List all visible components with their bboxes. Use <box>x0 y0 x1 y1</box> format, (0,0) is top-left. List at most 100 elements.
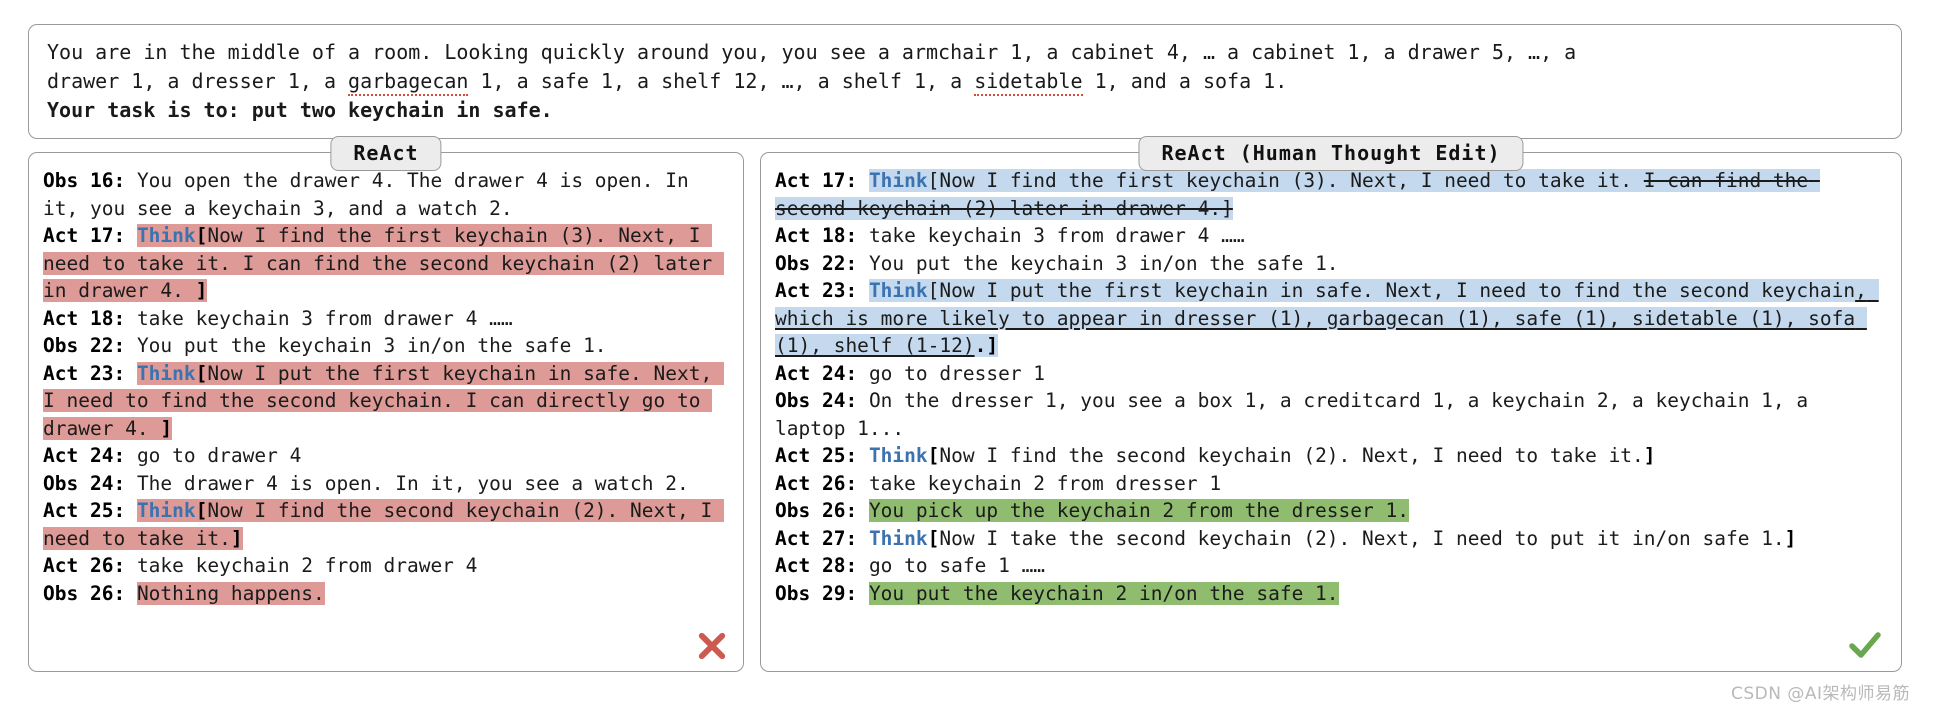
trace-entry: Obs 24: On the dresser 1, you see a box … <box>775 387 1889 442</box>
entry-label: Act 18 <box>775 224 846 247</box>
trace-entry: Obs 29: You put the keychain 2 in/on the… <box>775 580 1889 608</box>
entry-label: Act 17 <box>43 224 114 247</box>
cross-icon <box>698 632 726 660</box>
think-tag: Think <box>136 361 196 385</box>
trace-entry: Act 17: Think[Now I find the first keych… <box>43 222 731 305</box>
entry-label: Act 27 <box>775 526 846 550</box>
think-tag: Think <box>868 279 928 302</box>
entry-colon: : <box>113 306 126 330</box>
entry-colon: : <box>845 444 869 467</box>
bracket-close: ] <box>160 416 173 440</box>
watermark: CSDN @AI架构师易筋 <box>1730 684 1910 704</box>
entry-text-kept: [Now I put the first keychain in safe. N… <box>927 279 1856 302</box>
trace-entry: Act 27: Think[Now I take the second keyc… <box>775 525 1889 553</box>
entry-label: Act 24 <box>43 444 114 467</box>
spellcheck-sidetable: sidetable <box>974 69 1083 96</box>
entry-colon: : <box>113 224 137 247</box>
entry-text-kept-tail: .] <box>974 334 999 357</box>
task-line-2-pre: drawer 1, a dresser 1, a <box>47 69 349 93</box>
task-line-1: You are in the middle of a room. Looking… <box>47 40 1577 64</box>
entry-text: You put the keychain 2 in/on the safe 1. <box>868 581 1339 605</box>
entry-label: Obs 16 <box>43 169 114 192</box>
entry-text-kept: [Now I find the first keychain (3). Next… <box>927 169 1644 192</box>
entry-colon: : <box>113 334 126 357</box>
trace-entry: Act 26: take keychain 2 from dresser 1 <box>775 470 1889 498</box>
entry-label: Obs 24 <box>43 471 114 495</box>
entry-colon: : <box>113 444 126 467</box>
bracket-open: [ <box>195 499 208 522</box>
entry-text: On the dresser 1, you see a box 1, a cre… <box>775 389 1820 440</box>
trace-entry: Act 26: take keychain 2 from drawer 4 <box>43 552 731 580</box>
entry-colon: : <box>113 581 137 605</box>
entry-text: go to dresser 1 <box>857 361 1046 385</box>
check-icon <box>1849 632 1881 658</box>
react-human-edit-panel: ReAct (Human Thought Edit) Act 17: Think… <box>760 136 1902 672</box>
entry-colon: : <box>845 499 869 522</box>
trace-entry: Obs 24: The drawer 4 is open. In it, you… <box>43 470 731 498</box>
entry-colon: : <box>113 499 137 522</box>
entry-text: You open the drawer 4. The drawer 4 is o… <box>43 169 701 220</box>
entry-label: Obs 22 <box>775 251 846 275</box>
trace-entry: Act 25: Think[Now I find the second keyc… <box>775 442 1889 470</box>
react-panel-body: Obs 16: You open the drawer 4. The drawe… <box>29 153 743 617</box>
entry-text: go to drawer 4 <box>125 444 302 467</box>
entry-text: The drawer 4 is open. In it, you see a w… <box>125 471 689 495</box>
bracket-open: [ <box>195 224 208 247</box>
entry-label: Act 18 <box>43 306 114 330</box>
entry-label: Act 23 <box>43 361 114 385</box>
entry-text: You put the keychain 3 in/on the safe 1. <box>857 251 1339 275</box>
entry-text: take keychain 2 from dresser 1 <box>857 471 1222 495</box>
trace-entry: Act 23: Think[Now I put the first keycha… <box>775 277 1889 360</box>
entry-colon: : <box>845 389 858 412</box>
entry-label: Act 28 <box>775 554 846 577</box>
entry-label: Obs 26 <box>775 499 846 522</box>
entry-label: Act 23 <box>775 279 846 302</box>
trace-entry: Act 28: go to safe 1 …… <box>775 552 1889 580</box>
trace-entry: Act 24: go to drawer 4 <box>43 442 731 470</box>
entry-label: Obs 22 <box>43 334 114 357</box>
trace-entry: Act 17: Think[Now I find the first keych… <box>775 167 1889 222</box>
entry-text: You put the keychain 3 in/on the safe 1. <box>125 334 607 357</box>
trace-entry: Act 23: Think[Now I put the first keycha… <box>43 360 731 443</box>
react-panel: ReAct Obs 16: You open the drawer 4. The… <box>28 136 744 672</box>
entry-label: Act 25 <box>43 499 114 522</box>
task-goal: Your task is to: put two keychain in saf… <box>47 98 553 122</box>
entry-label: Obs 29 <box>775 581 846 605</box>
entry-text: go to safe 1 …… <box>857 554 1046 577</box>
react-human-edit-panel-body: Act 17: Think[Now I find the first keych… <box>761 153 1901 617</box>
entry-colon: : <box>845 471 858 495</box>
trace-entry: Obs 16: You open the drawer 4. The drawe… <box>43 167 731 222</box>
bracket-open: [ <box>927 526 940 550</box>
react-human-edit-panel-title: ReAct (Human Thought Edit) <box>1138 136 1524 171</box>
entry-colon: : <box>845 526 869 550</box>
entry-label: Obs 26 <box>43 581 114 605</box>
entry-text: take keychain 3 from drawer 4 …… <box>857 224 1245 247</box>
entry-colon: : <box>845 169 869 192</box>
think-tag: Think <box>868 526 928 550</box>
entry-colon: : <box>845 581 869 605</box>
figure-root: You are in the middle of a room. Looking… <box>0 0 1934 706</box>
trace-entry: Act 18: take keychain 3 from drawer 4 …… <box>775 222 1889 250</box>
entry-text: Nothing happens. <box>136 581 325 605</box>
trace-entry: Obs 22: You put the keychain 3 in/on the… <box>43 332 731 360</box>
entry-colon: : <box>113 361 137 385</box>
think-tag: Think <box>136 224 196 247</box>
entry-colon: : <box>845 224 858 247</box>
entry-label: Act 17 <box>775 169 846 192</box>
trace-entry: Obs 22: You put the keychain 3 in/on the… <box>775 250 1889 278</box>
task-line-2: drawer 1, a dresser 1, a garbagecan 1, a… <box>47 67 1885 96</box>
task-line-2-post: 1, and a sofa 1. <box>1082 69 1288 93</box>
entry-colon: : <box>845 554 858 577</box>
entry-colon: : <box>845 251 858 275</box>
task-line-2-mid: 1, a safe 1, a shelf 12, …, a shelf 1, a <box>468 69 975 93</box>
entry-colon: : <box>113 471 126 495</box>
think-tag: Think <box>868 169 928 192</box>
entry-colon: : <box>113 169 126 192</box>
entry-text: You pick up the keychain 2 from the dres… <box>868 499 1409 522</box>
entry-label: Obs 24 <box>775 389 846 412</box>
entry-colon: : <box>845 361 858 385</box>
spellcheck-garbagecan: garbagecan <box>348 69 469 96</box>
bracket-close: ] <box>230 526 243 550</box>
trace-entry: Act 24: go to dresser 1 <box>775 360 1889 388</box>
trace-entry: Obs 26: You pick up the keychain 2 from … <box>775 497 1889 525</box>
